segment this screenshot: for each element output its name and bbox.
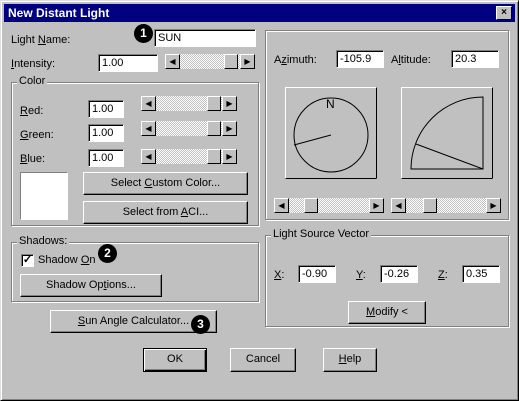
x-label: X: (274, 269, 285, 281)
dialog-title: New Distant Light (8, 6, 110, 20)
callout-2: 2 (98, 244, 117, 263)
scroll-right-arrow-icon[interactable]: ▶ (222, 121, 237, 136)
color-group-label: Color (17, 75, 48, 87)
scroll-left-arrow-icon[interactable]: ◀ (141, 96, 156, 111)
ok-button[interactable]: OK (143, 348, 207, 372)
light-name-label: Light Name: (11, 34, 71, 46)
vector-y-input[interactable]: -0.26 (380, 265, 418, 283)
scroll-thumb[interactable] (207, 121, 221, 136)
red-scrollbar[interactable]: ◀ ▶ (141, 96, 237, 111)
callout-3: 3 (191, 315, 210, 334)
azimuth-scrollbar[interactable]: ◀ ▶ (274, 198, 384, 213)
light-name-input[interactable]: SUN (154, 29, 256, 47)
azimuth-label: Azimuth: (274, 54, 317, 66)
blue-label: Blue: (20, 153, 46, 165)
green-input[interactable]: 1.00 (88, 124, 124, 142)
y-label: Y: (356, 269, 366, 281)
blue-input[interactable]: 1.00 (88, 149, 124, 167)
color-swatch (20, 172, 68, 220)
azimuth-input[interactable]: -105.9 (336, 50, 384, 68)
scroll-right-arrow-icon[interactable]: ▶ (240, 54, 255, 69)
select-from-aci-button[interactable]: Select from ACI... (83, 201, 248, 224)
vector-group-label: Light Source Vector (271, 228, 372, 240)
callout-1: 1 (134, 24, 153, 43)
scroll-thumb[interactable] (207, 149, 221, 164)
close-button[interactable]: × (496, 6, 512, 20)
scroll-left-arrow-icon[interactable]: ◀ (141, 149, 156, 164)
scroll-thumb[interactable] (207, 96, 221, 111)
scroll-right-arrow-icon[interactable]: ▶ (222, 96, 237, 111)
help-button[interactable]: Help (323, 348, 377, 372)
scroll-thumb[interactable] (224, 54, 238, 69)
green-label: Green: (20, 129, 54, 141)
modify-button[interactable]: Modify < (348, 301, 426, 324)
compass-north-label: N (326, 97, 335, 111)
shadow-options-button[interactable]: Shadow Options... (20, 274, 162, 297)
shadows-group-label: Shadows: (17, 235, 70, 247)
red-label: Red: (20, 105, 44, 117)
select-custom-color-button[interactable]: Select Custom Color... (83, 172, 248, 195)
blue-scrollbar[interactable]: ◀ ▶ (141, 149, 237, 164)
altitude-dial[interactable] (401, 87, 493, 179)
scroll-left-arrow-icon[interactable]: ◀ (165, 54, 180, 69)
green-scrollbar[interactable]: ◀ ▶ (141, 121, 237, 136)
scroll-right-arrow-icon[interactable]: ▶ (369, 198, 384, 213)
altitude-scrollbar[interactable]: ◀ ▶ (391, 198, 501, 213)
vector-x-input[interactable]: -0.90 (298, 265, 336, 283)
azimuth-compass[interactable]: N (285, 87, 377, 179)
intensity-scrollbar[interactable]: ◀ ▶ (165, 54, 255, 69)
scroll-left-arrow-icon[interactable]: ◀ (274, 198, 289, 213)
intensity-label: Intensity: (11, 58, 56, 70)
red-input[interactable]: 1.00 (88, 100, 124, 118)
scroll-thumb[interactable] (423, 198, 437, 213)
scroll-thumb[interactable] (304, 198, 318, 213)
title-bar[interactable]: New Distant Light × (4, 4, 515, 22)
shadow-on-checkbox[interactable]: ✓ (21, 254, 34, 267)
vector-z-input[interactable]: 0.35 (462, 265, 500, 283)
scroll-left-arrow-icon[interactable]: ◀ (141, 121, 156, 136)
altitude-input[interactable]: 20.3 (451, 50, 499, 68)
intensity-input[interactable]: 1.00 (98, 54, 158, 72)
shadow-on-label: Shadow On (38, 254, 96, 266)
cancel-button[interactable]: Cancel (230, 348, 296, 372)
scroll-right-arrow-icon[interactable]: ▶ (486, 198, 501, 213)
scroll-left-arrow-icon[interactable]: ◀ (391, 198, 406, 213)
scroll-right-arrow-icon[interactable]: ▶ (222, 149, 237, 164)
altitude-label: Altitude: (391, 54, 431, 66)
z-label: Z: (438, 269, 448, 281)
dialog-window: New Distant Light × Light Name: 1 SUN In… (0, 0, 519, 401)
